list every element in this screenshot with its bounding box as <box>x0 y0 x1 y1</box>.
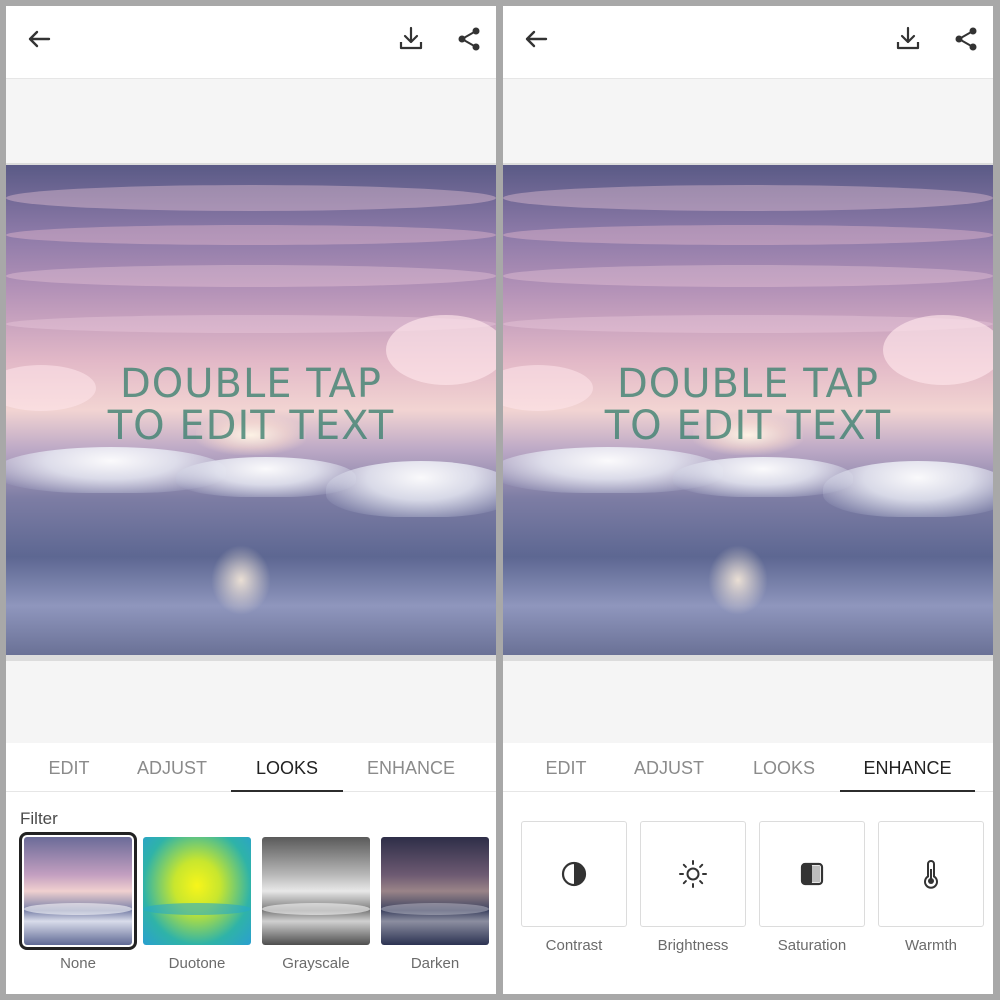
canvas-frame: DOUBLE TAP TO EDIT TEXT <box>503 163 993 661</box>
enhance-option-label: Warmth <box>905 937 957 954</box>
saturation-icon <box>800 862 824 886</box>
seascape-image[interactable]: DOUBLE TAP TO EDIT TEXT <box>503 165 993 655</box>
brightness-icon <box>679 860 707 888</box>
filter-darken[interactable]: Darken <box>381 837 489 972</box>
enhance-option-box <box>878 821 984 927</box>
filter-label: None <box>60 955 96 972</box>
filter-label: Grayscale <box>282 955 350 972</box>
tab-edit[interactable]: EDIT <box>28 743 110 791</box>
filter-thumbnail <box>381 837 489 945</box>
overlay-text-layer[interactable]: DOUBLE TAP TO EDIT TEXT <box>6 363 496 447</box>
enhance-contrast[interactable]: Contrast <box>521 821 629 954</box>
back-arrow-icon[interactable] <box>24 24 54 54</box>
editor-panel-looks: DOUBLE TAP TO EDIT TEXT EDIT ADJUST LOOK… <box>6 6 496 994</box>
enhance-option-box <box>640 821 746 927</box>
tab-adjust[interactable]: ADJUST <box>627 743 711 791</box>
filter-none[interactable]: None <box>19 832 137 972</box>
thermometer-icon <box>924 860 938 889</box>
enhance-warmth[interactable]: Warmth <box>878 821 986 954</box>
enhance-option-label: Brightness <box>657 937 729 954</box>
tab-bar: EDIT ADJUST LOOKS ENHANCE <box>503 743 993 792</box>
tab-looks[interactable]: LOOKS <box>231 743 343 792</box>
overlay-text-layer[interactable]: DOUBLE TAP TO EDIT TEXT <box>503 363 993 447</box>
bottom-sheet: EDIT ADJUST LOOKS ENHANCE Filter None Du… <box>6 743 496 994</box>
enhance-saturation[interactable]: Saturation <box>759 821 867 954</box>
canvas-frame: DOUBLE TAP TO EDIT TEXT <box>6 163 496 661</box>
tab-adjust[interactable]: ADJUST <box>130 743 214 791</box>
enhance-brightness[interactable]: Brightness <box>640 821 748 954</box>
overlay-text-line: DOUBLE TAP <box>616 361 880 407</box>
tab-edit[interactable]: EDIT <box>525 743 607 791</box>
overlay-text-line: TO EDIT TEXT <box>107 403 395 449</box>
filter-label: Duotone <box>168 955 226 972</box>
overlay-text-line: TO EDIT TEXT <box>604 403 892 449</box>
top-bar <box>6 6 496 79</box>
filter-thumbnail <box>19 832 137 950</box>
enhance-option-label: Contrast <box>545 937 603 954</box>
top-bar <box>503 6 993 79</box>
share-icon[interactable] <box>454 24 484 54</box>
enhance-option-label: Saturation <box>777 937 847 954</box>
overlay-text-line: DOUBLE TAP <box>119 361 383 407</box>
seascape-image[interactable]: DOUBLE TAP TO EDIT TEXT <box>6 165 496 655</box>
enhance-option-box <box>521 821 627 927</box>
filter-grayscale[interactable]: Grayscale <box>262 837 370 972</box>
filter-thumbnail <box>143 837 251 945</box>
tab-enhance[interactable]: ENHANCE <box>356 743 466 791</box>
editor-panel-enhance: DOUBLE TAP TO EDIT TEXT EDIT ADJUST LOOK… <box>503 6 993 994</box>
tab-bar: EDIT ADJUST LOOKS ENHANCE <box>6 743 496 792</box>
filter-label: Darken <box>410 955 460 972</box>
enhance-option-box <box>759 821 865 927</box>
back-arrow-icon[interactable] <box>521 24 551 54</box>
share-icon[interactable] <box>951 24 981 54</box>
filter-thumbnail <box>262 837 370 945</box>
contrast-icon <box>561 861 587 887</box>
download-icon[interactable] <box>396 24 426 54</box>
tab-enhance[interactable]: ENHANCE <box>840 743 975 792</box>
tab-looks[interactable]: LOOKS <box>728 743 840 791</box>
bottom-sheet: EDIT ADJUST LOOKS ENHANCE Contrast Brigh… <box>503 743 993 994</box>
download-icon[interactable] <box>893 24 923 54</box>
filter-duotone[interactable]: Duotone <box>143 837 251 972</box>
filter-section-label: Filter <box>20 809 58 828</box>
